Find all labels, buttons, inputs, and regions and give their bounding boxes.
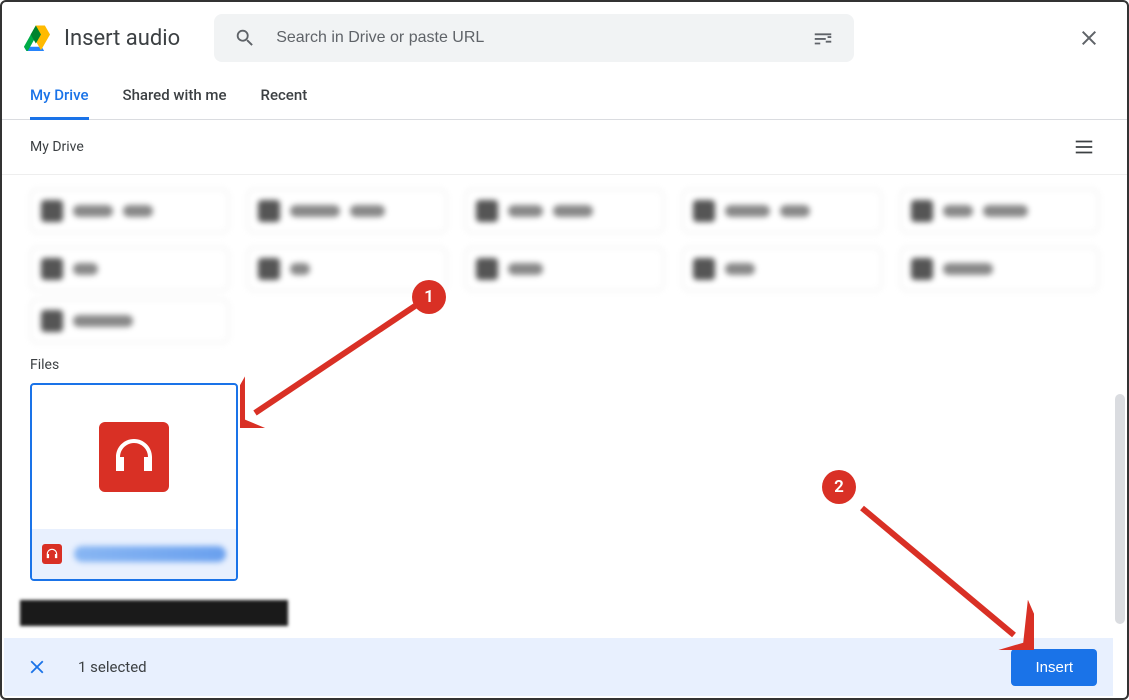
file-meta-bar [32,529,236,579]
annotation-arrow-1 [240,298,430,428]
search-container [214,14,854,62]
breadcrumb[interactable]: My Drive [30,139,84,155]
audio-file-card-selected[interactable] [30,383,238,581]
folder-grid-row3 [30,299,1099,343]
insert-button[interactable]: Insert [1011,649,1097,686]
files-section-label: Files [30,357,1099,373]
folder-item[interactable] [900,247,1099,291]
tabs-row: My Drive Shared with me Recent [2,74,1127,120]
folder-item[interactable] [682,247,881,291]
selection-count-text: 1 selected [78,658,147,676]
close-dialog-button[interactable] [1071,20,1107,56]
view-toggle-list-icon[interactable] [1067,130,1101,164]
search-input[interactable] [276,29,792,47]
tab-recent[interactable]: Recent [261,74,308,120]
folder-item[interactable] [682,189,881,233]
search-options-icon[interactable] [806,21,840,55]
folder-item[interactable] [465,247,664,291]
folder-item[interactable] [900,189,1099,233]
tab-my-drive[interactable]: My Drive [30,74,89,120]
folder-item[interactable] [30,299,229,343]
annotation-badge-2: 2 [822,470,856,504]
headphones-icon [42,544,62,564]
folder-item[interactable] [247,189,446,233]
breadcrumb-row: My Drive [2,120,1127,175]
headphones-icon [99,422,169,492]
folder-item[interactable] [30,189,229,233]
drive-logo-icon [22,25,50,51]
annotation-arrow-2 [854,500,1034,650]
folder-grid [30,189,1099,291]
tab-shared-with-me[interactable]: Shared with me [123,74,227,120]
folder-item[interactable] [465,189,664,233]
search-icon[interactable] [228,21,262,55]
scrollbar[interactable] [1115,394,1125,624]
clear-selection-button[interactable] [20,650,54,684]
file-thumbnail [32,385,236,529]
dialog-header: Insert audio [2,2,1127,74]
redacted-strip [20,600,288,626]
folder-item[interactable] [30,247,229,291]
dialog-title: Insert audio [64,26,180,51]
annotation-badge-1: 1 [412,280,446,314]
file-name [74,546,226,562]
